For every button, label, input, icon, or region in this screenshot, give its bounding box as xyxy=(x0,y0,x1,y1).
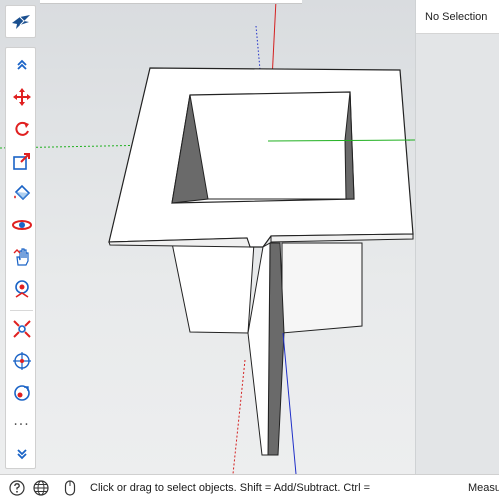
scale-tool-icon[interactable] xyxy=(8,148,35,174)
box-front-left xyxy=(171,242,255,334)
left-toolbar: ··· xyxy=(5,47,36,469)
move-tool-icon[interactable] xyxy=(8,84,35,110)
look-around-icon[interactable] xyxy=(8,380,35,406)
rotate-tool-icon[interactable] xyxy=(8,116,35,142)
zoom-extents-icon[interactable] xyxy=(8,316,35,342)
expand-down-icon[interactable] xyxy=(8,441,35,467)
blue-axis xyxy=(282,332,297,474)
3d-viewport[interactable]: ··· No Selection xyxy=(0,0,499,474)
paint-bucket-icon[interactable] xyxy=(8,180,35,206)
toolbar-separator xyxy=(10,310,33,311)
app-logo[interactable] xyxy=(5,5,36,38)
red-axis-lower xyxy=(232,359,246,474)
selection-status: No Selection xyxy=(416,0,499,34)
orbit-tool-icon[interactable] xyxy=(8,212,35,238)
globe-icon[interactable] xyxy=(32,479,50,497)
pan-tool-icon[interactable] xyxy=(8,244,35,270)
status-bar: Click or drag to select objects. Shift =… xyxy=(0,474,499,499)
more-tools-label: ··· xyxy=(13,417,30,433)
walk-tool-icon[interactable] xyxy=(8,348,35,374)
slot-shadow xyxy=(267,242,285,456)
slab-front-edge-right xyxy=(270,233,414,243)
collapse-up-icon[interactable] xyxy=(8,52,35,78)
top-strip xyxy=(40,0,302,4)
status-hint-text: Click or drag to select objects. Shift =… xyxy=(90,482,371,494)
box-front-right xyxy=(281,242,363,334)
more-tools-icon[interactable]: ··· xyxy=(8,412,35,438)
position-camera-icon[interactable] xyxy=(8,276,35,302)
mouse-icon[interactable] xyxy=(61,479,79,497)
measurements-label: Measurements xyxy=(468,482,499,494)
entity-info-panel: No Selection xyxy=(415,0,499,474)
sketchup-logo-icon xyxy=(11,14,30,29)
help-icon[interactable] xyxy=(8,479,26,497)
